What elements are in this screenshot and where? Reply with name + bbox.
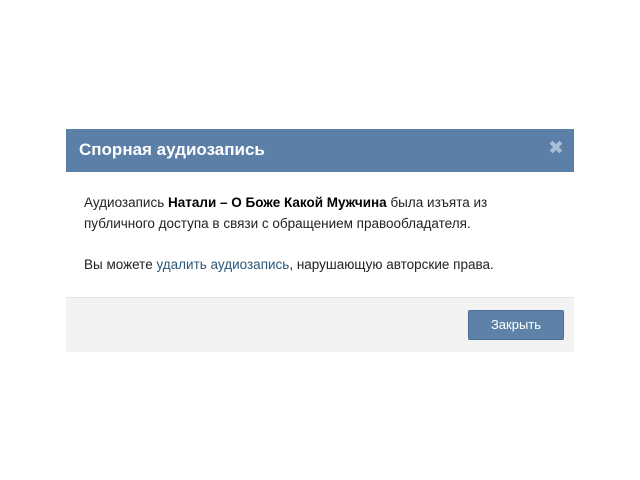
track-name: Натали – О Боже Какой Мужчина	[168, 195, 387, 210]
dispute-dialog: Спорная аудиозапись ✖ Аудиозапись Натали…	[66, 129, 574, 352]
delete-message-prefix: Вы можете	[84, 257, 157, 272]
dialog-header: Спорная аудиозапись ✖	[66, 129, 574, 172]
close-icon[interactable]: ✖	[546, 138, 566, 160]
removal-message: Аудиозапись Натали – О Боже Какой Мужчин…	[84, 192, 554, 234]
delete-message: Вы можете удалить аудиозапись, нарушающу…	[84, 254, 554, 275]
close-button[interactable]: Закрыть	[468, 310, 564, 340]
dialog-footer: Закрыть	[66, 297, 574, 352]
removal-message-prefix: Аудиозапись	[84, 195, 169, 210]
dialog-body: Аудиозапись Натали – О Боже Какой Мужчин…	[66, 172, 574, 297]
dialog-title: Спорная аудиозапись	[79, 140, 265, 159]
delete-audio-link[interactable]: удалить аудиозапись	[156, 257, 289, 272]
delete-message-suffix: , нарушающую авторские права.	[289, 257, 494, 272]
